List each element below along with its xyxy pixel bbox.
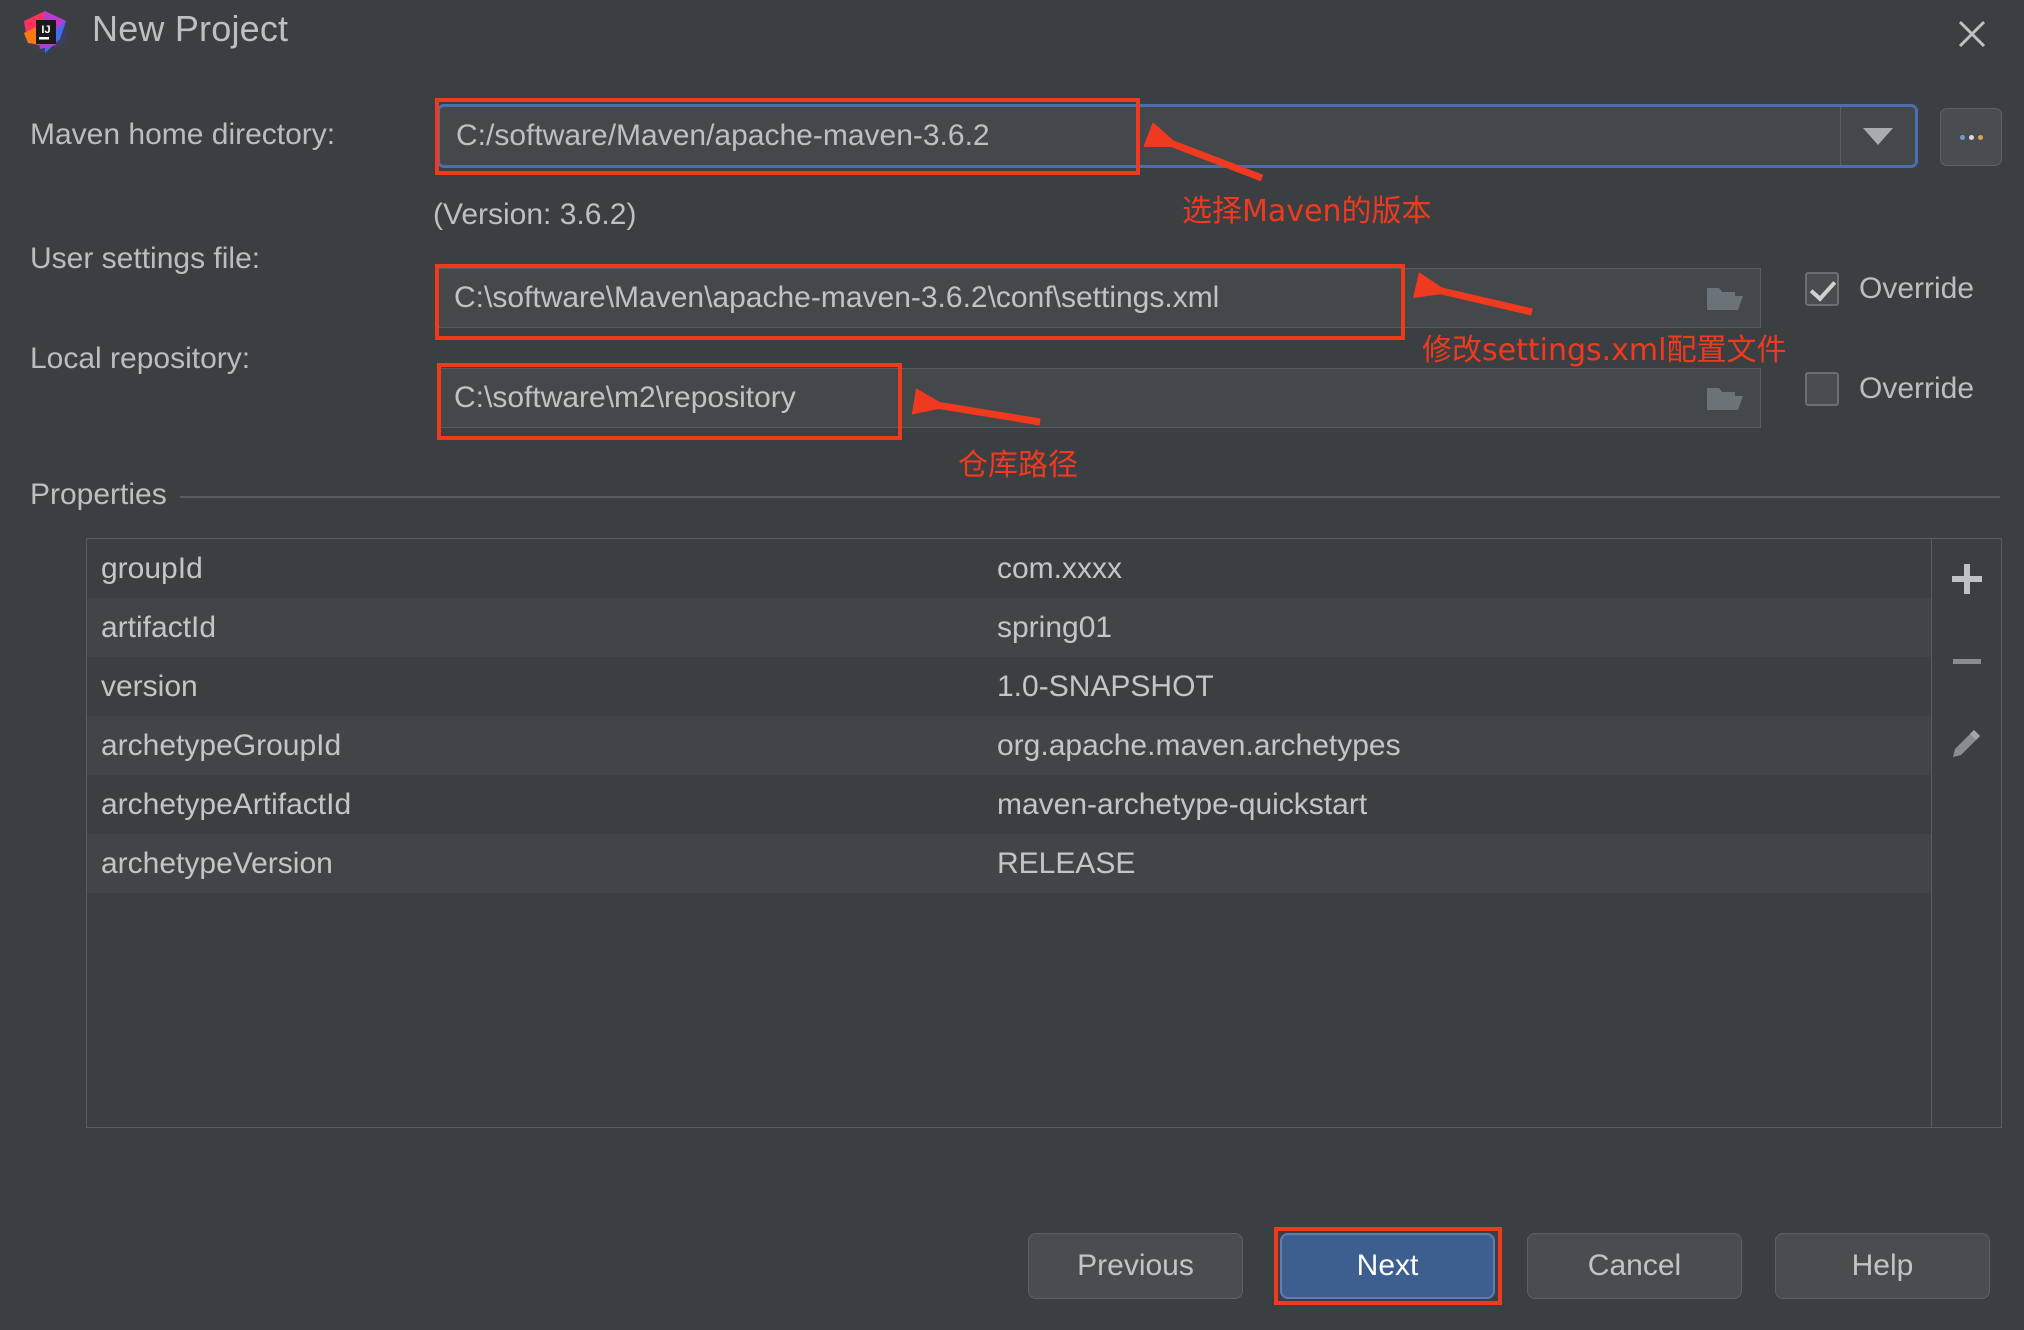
property-value: RELEASE [997, 847, 1931, 881]
maven-home-input[interactable]: C:/software/Maven/apache-maven-3.6.2 [440, 107, 1840, 165]
override-label: Override [1859, 372, 1974, 406]
properties-separator [180, 496, 2000, 498]
pencil-icon[interactable] [1941, 717, 1993, 769]
chevron-down-icon[interactable] [1840, 107, 1915, 165]
property-key: archetypeArtifactId [87, 788, 997, 822]
table-row[interactable]: archetypeArtifactId maven-archetype-quic… [87, 775, 1931, 834]
intellij-idea-logo-icon: IJ [22, 9, 68, 55]
minus-icon[interactable] [1941, 635, 1993, 687]
folder-icon[interactable] [1690, 282, 1760, 314]
annotation-text-settings-xml: 修改settings.xml配置文件 [1422, 325, 1786, 369]
property-value: spring01 [997, 611, 1931, 645]
property-key: archetypeVersion [87, 847, 997, 881]
property-key: archetypeGroupId [87, 729, 997, 763]
plus-icon[interactable] [1941, 553, 1993, 605]
properties-table[interactable]: groupId com.xxxx artifactId spring01 ver… [86, 538, 1932, 1128]
property-value: 1.0-SNAPSHOT [997, 670, 1931, 704]
checkbox-checked-icon[interactable] [1805, 272, 1839, 306]
user-settings-input[interactable]: C:\software\Maven\apache-maven-3.6.2\con… [438, 281, 1690, 315]
table-row[interactable]: groupId com.xxxx [87, 539, 1931, 598]
folder-icon[interactable] [1690, 382, 1760, 414]
properties-group-title: Properties [30, 478, 167, 512]
table-row[interactable]: version 1.0-SNAPSHOT [87, 657, 1931, 716]
checkbox-unchecked-icon[interactable] [1805, 372, 1839, 406]
local-repository-override-checkbox[interactable]: Override [1805, 372, 1974, 406]
property-key: groupId [87, 552, 997, 586]
user-settings-label: User settings file: [30, 242, 260, 276]
svg-text:IJ: IJ [41, 24, 50, 36]
table-row[interactable]: archetypeGroupId org.apache.maven.archet… [87, 716, 1931, 775]
property-value: maven-archetype-quickstart [997, 788, 1931, 822]
user-settings-field[interactable]: C:\software\Maven\apache-maven-3.6.2\con… [437, 268, 1761, 328]
user-settings-override-checkbox[interactable]: Override [1805, 272, 1974, 306]
annotation-text-maven-version: 选择Maven的版本 [1182, 186, 1432, 230]
ellipsis-icon [1960, 135, 1983, 140]
property-value: org.apache.maven.archetypes [997, 729, 1931, 763]
property-value: com.xxxx [997, 552, 1931, 586]
local-repository-label: Local repository: [30, 342, 250, 376]
maven-home-browse-button[interactable] [1940, 108, 2002, 166]
next-button[interactable]: Next [1280, 1233, 1495, 1299]
local-repository-field[interactable]: C:\software\m2\repository [437, 368, 1761, 428]
title-bar: IJ New Project [0, 0, 2024, 70]
properties-toolbar [1932, 538, 2002, 1128]
table-row[interactable]: archetypeVersion RELEASE [87, 834, 1931, 893]
help-button[interactable]: Help [1775, 1233, 1990, 1299]
window-title: New Project [92, 8, 288, 50]
close-icon[interactable] [1948, 10, 1996, 58]
maven-home-label: Maven home directory: [30, 118, 335, 152]
cancel-button[interactable]: Cancel [1527, 1233, 1742, 1299]
override-label: Override [1859, 272, 1974, 306]
maven-home-combobox[interactable]: C:/software/Maven/apache-maven-3.6.2 [437, 104, 1918, 168]
property-key: version [87, 670, 997, 704]
previous-button[interactable]: Previous [1028, 1233, 1243, 1299]
maven-version-note: (Version: 3.6.2) [433, 198, 636, 232]
annotation-text-repository-path: 仓库路径 [958, 440, 1078, 484]
local-repository-input[interactable]: C:\software\m2\repository [438, 381, 1690, 415]
table-row[interactable]: artifactId spring01 [87, 598, 1931, 657]
property-key: artifactId [87, 611, 997, 645]
